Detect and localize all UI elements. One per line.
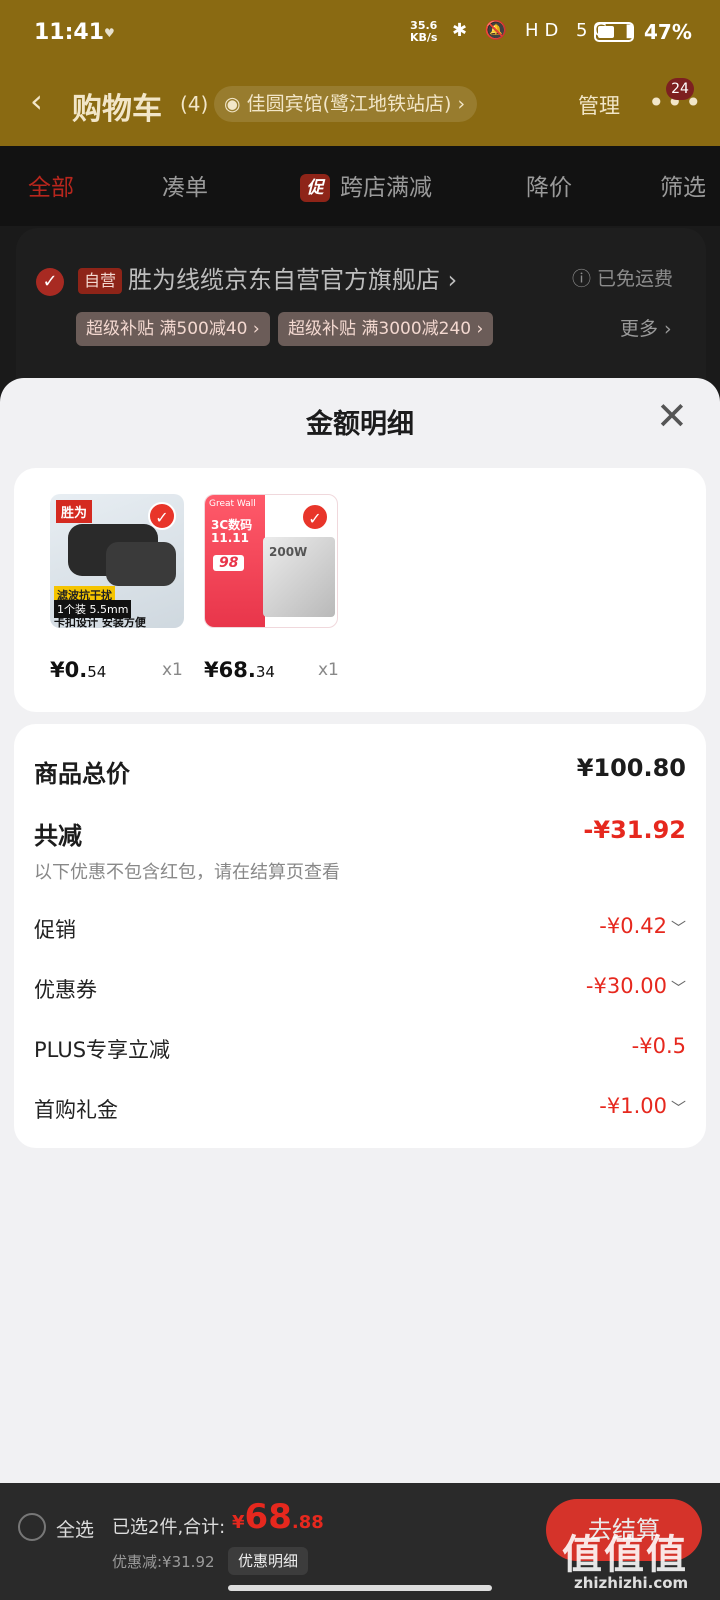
item-price: ¥68.34 [204,658,275,682]
network-speed: 35.6 KB/s [410,19,438,44]
product-image-ferrite[interactable]: 胜为 滤波抗干扰 1个装 5.5mm 卡扣设计 安装方便 ✓ [50,494,184,628]
more-promos-link[interactable]: 更多 › [620,314,672,341]
discount-line-value: -¥0.5 [631,1034,686,1058]
status-time: 11:41 [34,20,105,45]
shipping-status: ⓘ 已免运费 [572,268,674,290]
promo-chip-1[interactable]: 超级补贴 满500减40 › [76,312,270,346]
product-brand-label: 胜为 [56,500,93,523]
promo-chip-2[interactable]: 超级补贴 满3000减240 › [278,312,494,346]
tab-filter[interactable]: 筛选 [660,168,706,202]
store-name[interactable]: 胜为线缆京东自营官方旗舰店 › [128,260,457,295]
discount-total-value: -¥31.92 [583,816,686,844]
price-breakdown: 商品总价 ¥100.80 共减 -¥31.92 以下优惠不包含红包，请在结算页查… [14,724,706,1148]
selected-goods: 胜为 滤波抗干扰 1个装 5.5mm 卡扣设计 安装方便 ✓ Great Wal… [14,468,706,712]
close-icon[interactable]: ✕ [656,394,688,438]
cart-header: ‹ 购物车 (4) ◉ 佳圆宾馆(鹭江地铁站店) › 管理 ••• 24 [0,76,720,132]
watermark-logo: 值值值 [562,1532,688,1578]
filter-tabs: 全部 凑单 促跨店满减 降价 筛选 [0,146,720,226]
saved-amount: 优惠减:¥31.92 [112,1553,215,1571]
watermark-site: zhizhizhi.com [574,1574,689,1592]
item-qty: x1 [162,660,183,680]
item-price: ¥0.54 [50,658,107,682]
cart-count: (4) [180,92,209,116]
address-selector[interactable]: ◉ 佳圆宾馆(鹭江地铁站店) › [214,86,478,122]
check-icon[interactable]: ✓ [301,503,329,531]
back-icon[interactable]: ‹ [30,82,43,120]
tab-price-drop[interactable]: 降价 [526,168,572,202]
discount-line-value: -¥30.00 ﹀ [585,974,686,998]
discount-note: 以下优惠不包含红包，请在结算页查看 [34,862,340,883]
amount-detail-sheet: 金额明细 ✕ 胜为 滤波抗干扰 1个装 5.5mm 卡扣设计 安装方便 ✓ Gr… [0,378,720,1483]
product-image-text: 3C数码 11.11 [211,518,253,545]
product-image-text: 卡扣设计 安装方便 [54,616,146,628]
store-check-icon[interactable]: ✓ [36,268,64,296]
tab-combine[interactable]: 凑单 [162,168,208,202]
notification-dot-icon: ♥ [104,26,115,40]
chevron-down-icon: ﹀ [670,979,686,997]
select-all-label[interactable]: 全选 [56,1515,94,1542]
discount-detail-button[interactable]: 优惠明细 [228,1547,309,1575]
discount-total-label: 共减 [34,822,82,850]
eye-icon: ◉ [224,93,247,115]
header-bar: 11:41 ♥ 35.6 KB/s ✱ 🔕 HD 5G ▮ 47% ‹ 购物车 (… [0,0,720,146]
tab-cross-store[interactable]: 促跨店满减 [300,168,432,202]
discount-line-label: 优惠券 [34,978,97,1002]
status-bar: 11:41 ♥ 35.6 KB/s ✱ 🔕 HD 5G ▮ 47% [0,0,720,68]
manage-button[interactable]: 管理 [578,90,620,120]
address-label: 佳圆宾馆(鹭江地铁站店) [246,93,452,115]
power-supply-shape: 200W [263,537,335,617]
discount-line-label: 促销 [34,918,76,942]
grand-total: ¥68.88 [232,1497,324,1537]
discount-line-label: 首购礼金 [34,1098,118,1122]
selected-summary: 已选2件,合计: [112,1517,226,1538]
page-title: 购物车 [72,92,162,127]
discount-line-value: -¥1.00 ﹀ [599,1094,686,1118]
chevron-down-icon: ﹀ [670,919,686,937]
self-operated-tag: 自营 [78,268,123,294]
select-all-radio[interactable] [18,1513,46,1541]
home-indicator [228,1585,492,1591]
ferrite-core-shape [106,542,176,586]
tab-all[interactable]: 全部 [28,168,74,202]
battery-percent: 47% [644,20,692,44]
product-brand-label: Great Wall [209,499,256,509]
sheet-title: 金额明细 [306,409,414,440]
check-icon[interactable]: ✓ [148,502,176,530]
discount-line-value: -¥0.42 ﹀ [599,914,686,938]
promo-tag-icon: 促 [300,174,330,202]
message-badge: 24 [666,78,694,100]
total-price-label: 商品总价 [34,760,130,788]
chevron-down-icon: ﹀ [670,1099,686,1117]
battery-icon [594,22,634,42]
product-image-psu[interactable]: Great Wall 3C数码 11.11 98 200W ✓ [204,494,338,628]
total-price-value: ¥100.80 [576,754,686,782]
item-qty: x1 [318,660,339,680]
product-image-tag: 98 [213,555,245,571]
discount-line-label: PLUS专享立减 [34,1038,171,1062]
